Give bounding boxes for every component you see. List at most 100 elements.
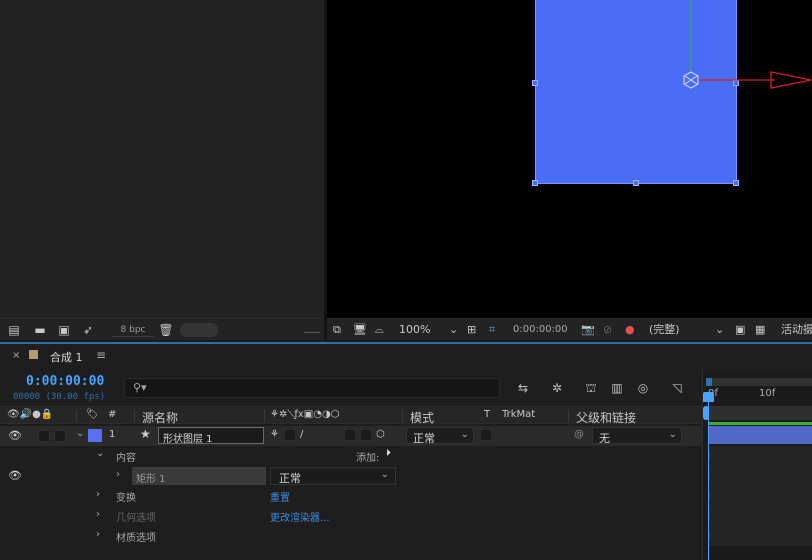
snapshot-icon[interactable]: 📷 <box>581 322 595 338</box>
graph-editor-icon[interactable]: ◹ <box>668 380 686 396</box>
chevron-down-icon: ⌄ <box>380 469 389 480</box>
quality-switch-icon[interactable]: / <box>300 429 303 440</box>
thumbnail-slider[interactable] <box>180 323 218 337</box>
geometry-options-row[interactable]: › 几何选项 更改渲染器... <box>0 506 702 526</box>
shy-layers-icon[interactable]: ⛫ <box>582 380 600 396</box>
current-time-field[interactable]: 0:00:00:00 <box>513 322 573 338</box>
mask-icon[interactable]: ⌓ <box>375 322 384 338</box>
chevron-down-icon[interactable]: ⌄ <box>96 448 104 459</box>
ruler-tick-label: 10f <box>759 388 776 399</box>
shy-switch-icon[interactable]: ⚘ <box>270 429 279 440</box>
switches-icons[interactable]: ⚘✲⟍ƒx▣◔◑⬡ <box>270 409 339 420</box>
draft-3d-icon[interactable]: ✲ <box>548 380 566 396</box>
interpret-footage-icon[interactable]: ▤ <box>6 323 22 337</box>
reset-link[interactable]: 重置 <box>270 489 290 504</box>
rectangle-row[interactable]: 👁 › 矩形 1 正常 ⌄ <box>0 466 702 486</box>
current-time-indicator[interactable] <box>708 394 709 560</box>
change-renderer-link[interactable]: 更改渲染器... <box>270 509 330 524</box>
close-icon[interactable]: × <box>12 350 20 361</box>
trkmat-toggle[interactable] <box>480 429 492 441</box>
delete-icon[interactable]: 🗑 <box>158 323 174 337</box>
fast-previews-icon[interactable]: ▣ <box>735 322 745 338</box>
composition-viewer[interactable] <box>327 0 812 318</box>
add-menu-icon[interactable]: ⏵ <box>386 448 391 459</box>
layer-column-header: 👁🔊●🔒 🏷 # 源名称 ⚘✲⟍ƒx▣◔◑⬡ 模式 T TrkMat 父级和链接 <box>0 406 702 426</box>
motion-blur-icon[interactable]: ◎ <box>634 380 652 396</box>
layer-duration-bar[interactable] <box>708 426 812 444</box>
chevron-right-icon[interactable]: › <box>96 529 100 540</box>
lock-toggle[interactable] <box>54 430 66 442</box>
add-label: 添加: <box>356 453 380 464</box>
chevron-right-icon[interactable]: › <box>96 509 100 520</box>
col-source-name[interactable]: 源名称 <box>142 409 178 426</box>
adjustment-switch[interactable] <box>360 429 372 441</box>
time-navigator[interactable] <box>704 406 812 420</box>
resolution-dropdown[interactable]: (完整) ⌄ <box>649 322 729 338</box>
work-area-bar[interactable] <box>706 378 812 386</box>
eye-icon[interactable]: 👁 <box>8 469 22 482</box>
rectangle-mode-value: 正常 <box>279 472 301 485</box>
render-icon[interactable]: ➶ <box>80 323 96 337</box>
parent-dropdown[interactable]: 无 ⌄ <box>592 427 682 445</box>
always-preview-icon[interactable]: ⧉ <box>333 322 341 338</box>
frame-blending-icon[interactable]: ▥ <box>608 380 626 396</box>
col-parent[interactable]: 父级和链接 <box>576 409 636 426</box>
mode-dropdown[interactable]: 正常 ⌄ <box>406 427 474 445</box>
timeline-row-track <box>708 506 812 526</box>
show-snapshot-icon[interactable]: ⊘ <box>603 322 612 338</box>
rectangle-mode-dropdown[interactable]: 正常 ⌄ <box>270 467 396 485</box>
zoom-dropdown[interactable]: 100% ⌄ <box>399 322 461 338</box>
transparency-grid-icon[interactable]: ▦ <box>755 322 765 338</box>
timeline-row-track <box>708 486 812 506</box>
active-camera-dropdown[interactable]: 活动摄 <box>781 322 812 338</box>
resolution-value: (完整) <box>649 323 680 336</box>
current-timecode[interactable]: 0:00:00:00 <box>26 374 104 389</box>
new-composition-icon[interactable]: ▣ <box>56 323 72 337</box>
zoom-value: 100% <box>399 323 431 336</box>
transform-gizmo[interactable] <box>327 0 812 318</box>
search-input[interactable]: ⚲▾ <box>124 378 500 398</box>
chevron-down-icon: ⌄ <box>668 429 677 440</box>
rectangle-name-field[interactable]: 矩形 1 <box>132 467 266 485</box>
composition-flowchart-icon[interactable]: ⇆ <box>514 380 532 396</box>
monitor-icon[interactable]: 🖥 <box>353 322 367 338</box>
region-of-interest-icon[interactable]: ⌗ <box>489 322 495 338</box>
eye-icon[interactable]: 👁 <box>8 429 22 442</box>
transform-row[interactable]: › 变换 重置 <box>0 486 702 506</box>
collapse-switch[interactable] <box>284 429 296 441</box>
contents-row[interactable]: ⌄ 内容 添加: ⏵ <box>0 446 702 466</box>
timeline-row-track <box>708 526 812 546</box>
3d-layer-icon[interactable]: ⬡ <box>376 429 385 440</box>
geometry-options-label: 几何选项 <box>116 513 156 524</box>
chevron-down-icon: ⌄ <box>460 429 469 440</box>
label-icon[interactable]: 🏷 <box>86 409 99 420</box>
layer-name-field[interactable]: 形状图层 1 <box>158 427 264 445</box>
col-number[interactable]: # <box>108 409 116 420</box>
motion-blur-switch[interactable] <box>344 429 356 441</box>
safe-zones-icon[interactable]: ⊞ <box>467 322 476 338</box>
col-mode[interactable]: 模式 <box>410 409 434 426</box>
col-trkmat[interactable]: TrkMat <box>502 409 535 420</box>
bit-depth-button[interactable]: 8 bpc <box>112 323 154 337</box>
chevron-down-icon: ⌄ <box>715 323 725 336</box>
layer-row[interactable]: 👁 ⌄ 1 ★ 形状图层 1 ⚘ / ⬡ 正常 ⌄ @ 无 ⌄ <box>0 426 702 446</box>
chevron-down-icon[interactable]: ⌄ <box>76 428 84 439</box>
panel-menu-icon[interactable]: ≡ <box>96 348 106 362</box>
material-options-row[interactable]: › 材质选项 <box>0 526 702 546</box>
viewer-toolbar: ⧉ 🖥 ⌓ 100% ⌄ ⊞ ⌗ 0:00:00:00 📷 ⊘ ● (完整) ⌄ ▣… <box>327 318 812 340</box>
layer-number: 1 <box>109 429 116 440</box>
pickwhip-icon[interactable]: @ <box>574 429 584 440</box>
preview-cache-bar <box>708 422 812 425</box>
chevron-right-icon[interactable]: › <box>116 469 120 480</box>
av-features-icons[interactable]: 👁🔊●🔒 <box>7 409 53 420</box>
color-channels-icon[interactable]: ● <box>625 322 635 338</box>
project-scrollbar[interactable] <box>304 321 320 333</box>
current-time-indicator-head[interactable] <box>703 392 714 402</box>
solo-toggle[interactable] <box>38 430 50 442</box>
col-t[interactable]: T <box>484 409 490 420</box>
chevron-right-icon[interactable]: › <box>96 489 100 500</box>
project-panel <box>0 0 324 340</box>
label-color-swatch[interactable] <box>88 429 102 442</box>
tab-composition[interactable]: 合成 1 <box>50 349 83 365</box>
new-folder-icon[interactable]: ▬ <box>32 323 48 337</box>
